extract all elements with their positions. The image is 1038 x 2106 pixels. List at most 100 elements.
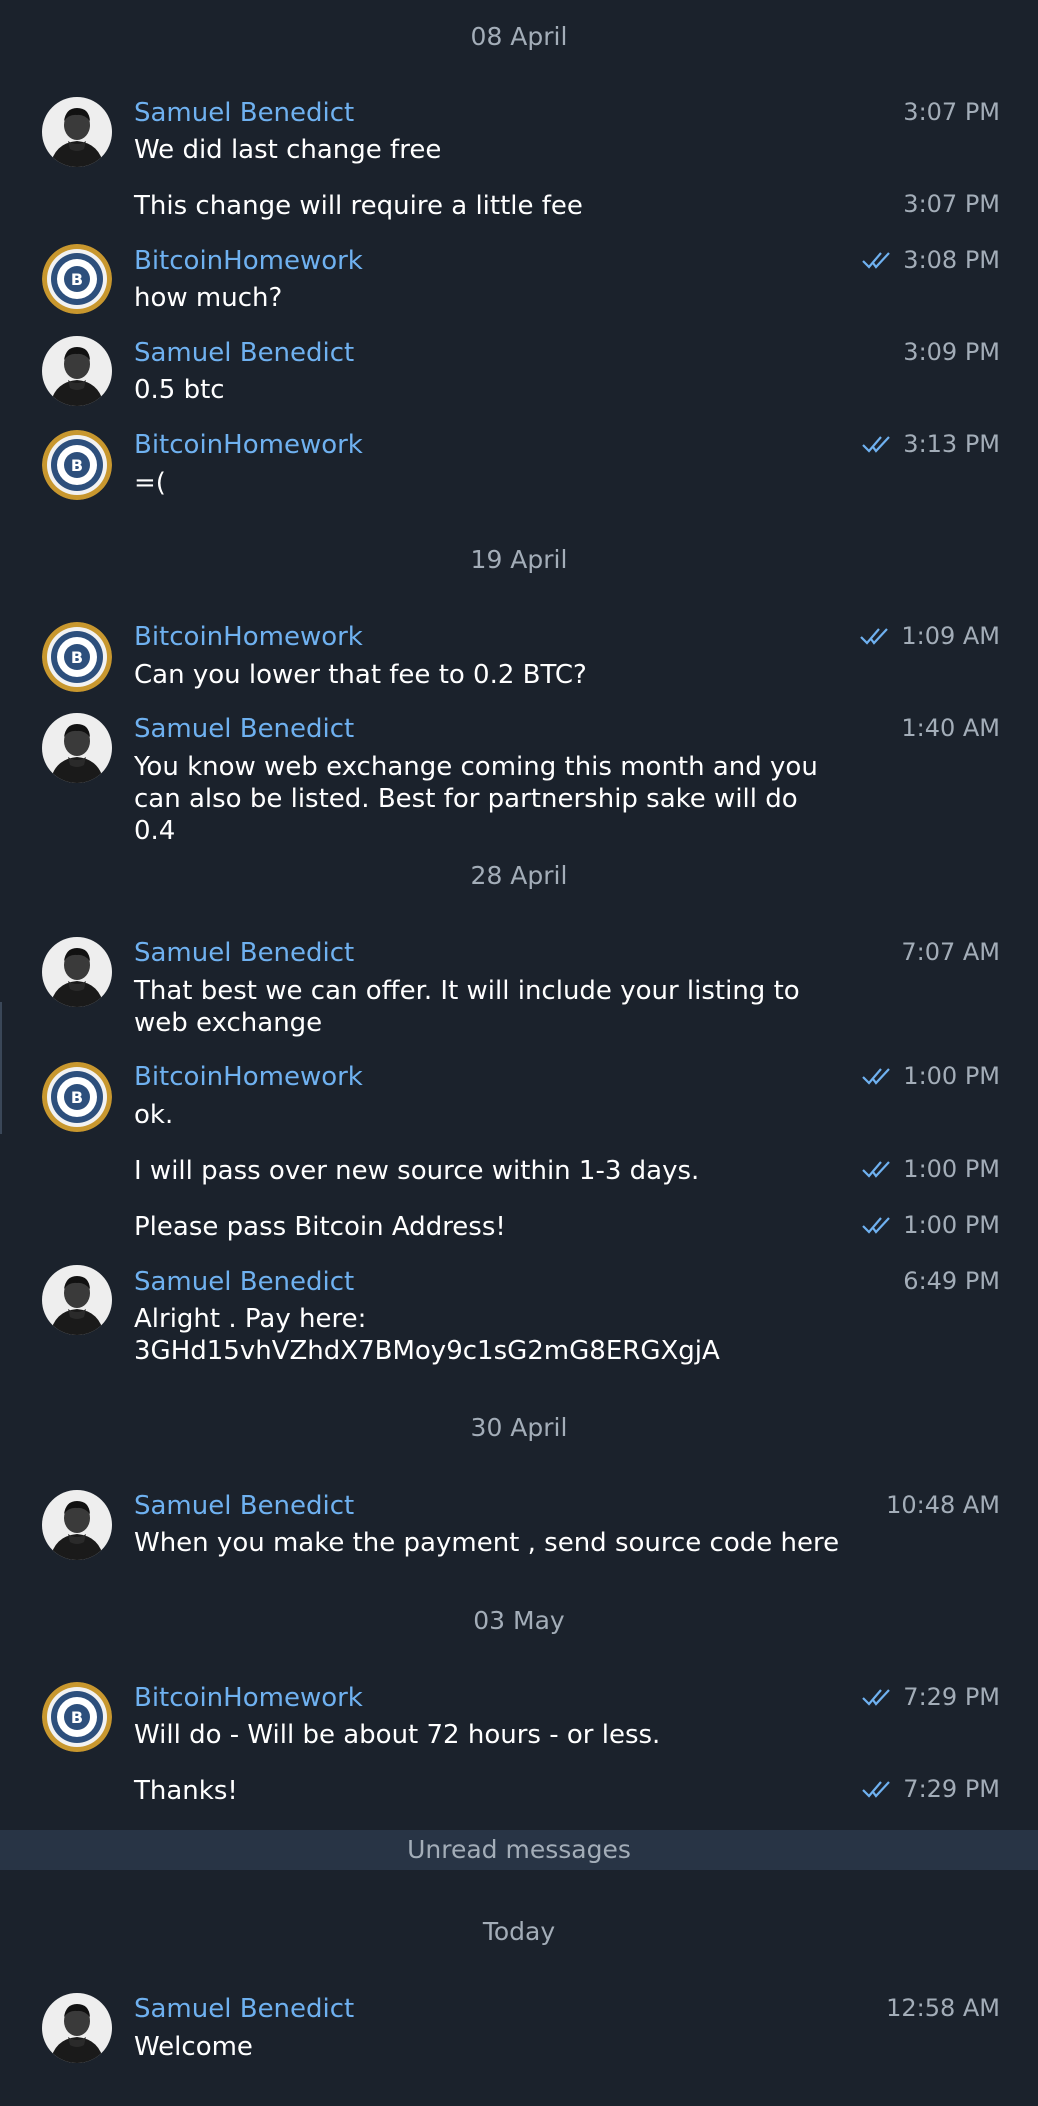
date-separator: 30 April — [470, 1413, 568, 1442]
message-text: Welcome — [134, 2032, 253, 2062]
avatar[interactable] — [42, 1993, 112, 2063]
chat-history[interactable]: 08 April Samuel Benedict 3:07 PM We did … — [0, 0, 1038, 2106]
message-time: 12:58 AM — [886, 1994, 1000, 2022]
message-time: 1:00 PM — [861, 1211, 1000, 1239]
message-text: ok. — [134, 1100, 174, 1130]
bitcoin-seal-icon: B — [42, 1062, 112, 1132]
person-photo-icon — [42, 1993, 112, 2063]
sender-name[interactable]: BitcoinHomework — [134, 430, 363, 460]
message-text: Can you lower that fee to 0.2 BTC? — [134, 660, 587, 690]
message-text: Please pass Bitcoin Address! — [134, 1212, 506, 1242]
time-label: 7:29 PM — [903, 1683, 1000, 1711]
avatar[interactable]: B — [42, 1682, 112, 1752]
double-check-icon — [861, 1779, 893, 1799]
avatar[interactable] — [42, 713, 112, 783]
sender-name[interactable]: Samuel Benedict — [134, 714, 354, 744]
avatar[interactable] — [42, 1490, 112, 1560]
message-time: 10:48 AM — [886, 1491, 1000, 1519]
time-label: 12:58 AM — [886, 1994, 1000, 2022]
svg-text:B: B — [71, 270, 83, 289]
bitcoin-seal-icon: B — [42, 430, 112, 500]
avatar[interactable] — [42, 97, 112, 167]
message-text: 0.5 btc — [134, 375, 225, 405]
svg-text:B: B — [71, 648, 83, 667]
message-text: =( — [134, 468, 166, 498]
message-time: 7:29 PM — [861, 1775, 1000, 1803]
message-time: 3:09 PM — [903, 338, 1000, 366]
message-text: That best we can offer. It will include … — [134, 976, 800, 1038]
bitcoin-seal-icon: B — [42, 1682, 112, 1752]
message-text: This change will require a little fee — [134, 191, 583, 221]
person-photo-icon — [42, 336, 112, 406]
message-text: When you make the payment , send source … — [134, 1528, 840, 1558]
date-separator: Today — [482, 1917, 556, 1946]
selection-indicator — [0, 1002, 2, 1134]
message-time: 1:00 PM — [861, 1062, 1000, 1090]
person-photo-icon — [42, 713, 112, 783]
message-time: 3:08 PM — [861, 246, 1000, 274]
time-label: 3:09 PM — [903, 338, 1000, 366]
message-text: Alright . Pay here: 3GHd15vhVZhdX7BMoy9c… — [134, 1304, 720, 1366]
double-check-icon — [861, 1159, 893, 1179]
svg-text:B: B — [71, 1088, 83, 1107]
sender-name[interactable]: Samuel Benedict — [134, 338, 354, 368]
avatar[interactable] — [42, 937, 112, 1007]
sender-name[interactable]: BitcoinHomework — [134, 1062, 363, 1092]
message-time: 1:00 PM — [861, 1155, 1000, 1183]
message-time: 1:09 AM — [859, 622, 1000, 650]
avatar[interactable] — [42, 336, 112, 406]
message-text: how much? — [134, 283, 283, 313]
date-separator: 08 April — [470, 22, 568, 51]
person-photo-icon — [42, 97, 112, 167]
message-text: We did last change free — [134, 135, 442, 165]
sender-name[interactable]: BitcoinHomework — [134, 1683, 363, 1713]
person-photo-icon — [42, 1265, 112, 1335]
avatar[interactable] — [42, 1265, 112, 1335]
message-text: Will do - Will be about 72 hours - or le… — [134, 1720, 661, 1750]
time-label: 7:07 AM — [901, 938, 1000, 966]
time-label: 1:00 PM — [903, 1211, 1000, 1239]
date-separator: 03 May — [473, 1606, 565, 1635]
sender-name[interactable]: Samuel Benedict — [134, 1267, 354, 1297]
time-label: 1:09 AM — [901, 622, 1000, 650]
time-label: 1:00 PM — [903, 1062, 1000, 1090]
message-text: Thanks! — [134, 1776, 238, 1806]
avatar[interactable]: B — [42, 430, 112, 500]
double-check-icon — [861, 434, 893, 454]
time-label: 3:07 PM — [903, 190, 1000, 218]
sender-name[interactable]: Samuel Benedict — [134, 1491, 354, 1521]
date-separator: 28 April — [470, 861, 568, 890]
avatar[interactable]: B — [42, 244, 112, 314]
message-time: 7:07 AM — [901, 938, 1000, 966]
message-time: 1:40 AM — [901, 714, 1000, 742]
message-time: 3:07 PM — [903, 190, 1000, 218]
time-label: 1:40 AM — [901, 714, 1000, 742]
double-check-icon — [861, 1687, 893, 1707]
sender-name[interactable]: Samuel Benedict — [134, 938, 354, 968]
time-label: 10:48 AM — [886, 1491, 1000, 1519]
time-label: 3:08 PM — [903, 246, 1000, 274]
date-separator: 19 April — [470, 545, 568, 574]
time-label: 1:00 PM — [903, 1155, 1000, 1183]
time-label: 3:13 PM — [903, 430, 1000, 458]
message-text: I will pass over new source within 1-3 d… — [134, 1156, 700, 1186]
double-check-icon — [859, 626, 891, 646]
sender-name[interactable]: BitcoinHomework — [134, 246, 363, 276]
bitcoin-seal-icon: B — [42, 622, 112, 692]
message-time: 7:29 PM — [861, 1683, 1000, 1711]
avatar[interactable]: B — [42, 1062, 112, 1132]
sender-name[interactable]: Samuel Benedict — [134, 98, 354, 128]
person-photo-icon — [42, 1490, 112, 1560]
avatar[interactable]: B — [42, 622, 112, 692]
bitcoin-seal-icon: B — [42, 244, 112, 314]
message-time: 3:13 PM — [861, 430, 1000, 458]
sender-name[interactable]: BitcoinHomework — [134, 622, 363, 652]
unread-messages-divider: Unread messages — [0, 1830, 1038, 1870]
sender-name[interactable]: Samuel Benedict — [134, 1994, 354, 2024]
person-photo-icon — [42, 937, 112, 1007]
svg-text:B: B — [71, 1708, 83, 1727]
svg-text:B: B — [71, 456, 83, 475]
message-text: You know web exchange coming this month … — [134, 752, 818, 846]
time-label: 6:49 PM — [903, 1267, 1000, 1295]
time-label: 3:07 PM — [903, 98, 1000, 126]
